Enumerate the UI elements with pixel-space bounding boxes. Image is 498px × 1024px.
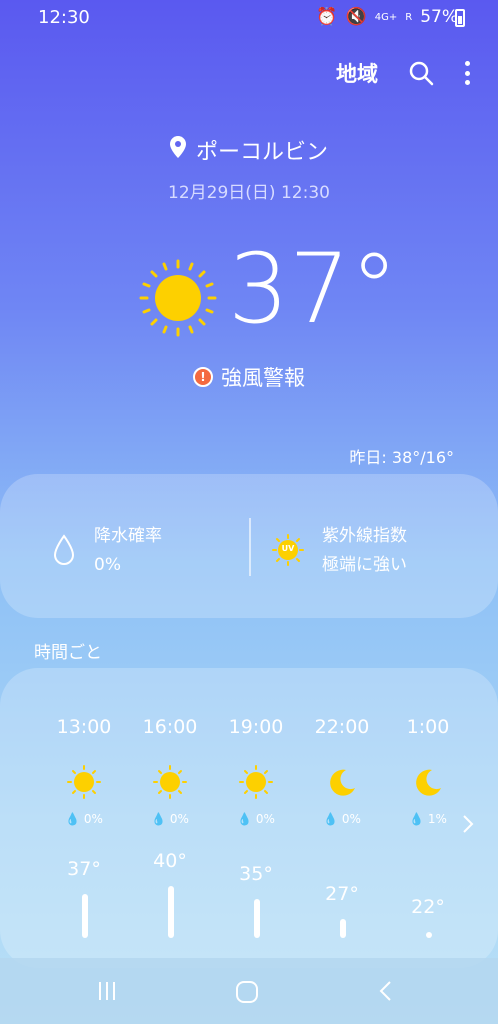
hour-precip-value: 1% [427,812,447,826]
raindrop-icon: 💧 [65,812,81,826]
hour-time: 1:00 [406,716,450,738]
hour-precip: 💧 0% [216,812,296,826]
hourly-item: 16:00 💧 0% 40° [130,668,210,968]
hour-precip-value: 0% [255,812,275,826]
top-bar: 地域 [336,58,470,88]
mute-icon: 🔇 [345,7,367,27]
hour-time: 22:00 [314,716,370,738]
battery-percent: 57% [420,7,458,27]
sun-icon [66,764,102,800]
temp-bar [340,919,346,938]
location: ポーコルビン [0,134,498,166]
uv-icon-text: UV [281,544,295,553]
uv-label: 紫外線指数 [322,526,407,546]
hour-precip: 💧 1% [388,812,468,826]
hour-time: 19:00 [228,716,284,738]
network-label: 4G+ [374,11,398,23]
raindrop-icon [52,534,76,580]
moon-icon [324,764,360,800]
region-button[interactable]: 地域 [336,58,378,88]
warning-icon: ! [193,367,213,387]
hour-temp: 22° [411,896,445,918]
divider [249,518,251,576]
warning-text: 強風警報 [221,366,305,390]
search-icon[interactable] [408,60,434,86]
precip-value: 0% [94,555,121,575]
location-name: ポーコルビン [195,140,328,165]
hour-precip-value: 0% [169,812,189,826]
alarm-icon: ⏰ [316,7,338,27]
current-temperature: 37° [228,233,399,345]
hour-temp: 27° [325,883,359,906]
hour-precip: 💧 0% [302,812,382,826]
temp-bar [82,893,88,938]
status-icons: ⏰ 🔇 4G+ R 57% [316,7,458,27]
recent-apps-button[interactable] [96,980,118,1006]
hourly-title: 時間ごと [34,643,102,663]
hour-precip-value: 0% [83,812,103,826]
current-weather: 37° [0,234,498,350]
hourly-item: 13:00 💧 0% 37° [44,668,124,968]
more-options-icon[interactable] [464,61,470,85]
temp-bar [426,932,432,938]
navigation-bar [0,958,498,1024]
weather-warning[interactable]: ! 強風警報 [0,362,498,392]
hour-precip: 💧 0% [130,812,210,826]
status-bar: 12:30 ⏰ 🔇 4G+ R 57% [0,0,498,36]
yesterday-temps: 昨日: 38°/16° [349,448,454,467]
location-datetime: 12月29日(日) 12:30 [168,183,330,203]
hour-precip-value: 0% [341,812,361,826]
temp-bar [254,898,260,938]
hour-time: 13:00 [56,716,112,738]
chevron-right-icon[interactable] [462,814,474,838]
raindrop-icon: 💧 [237,812,253,826]
details-card: 降水確率 0% UV 紫外線指数 極端に強い [0,474,498,618]
location-pin-icon [169,136,186,164]
sun-icon [138,258,218,342]
moon-icon [410,764,446,800]
hourly-item: 19:00 💧 0% 35° [216,668,296,968]
status-time: 12:30 [38,7,90,28]
hour-temp: 35° [239,862,273,885]
back-button[interactable] [378,980,392,1006]
hourly-item: 22:00 💧 0% 27° [302,668,382,968]
temp-bar [168,886,174,938]
hour-time: 16:00 [142,716,198,738]
sun-icon [152,764,188,800]
uv-value: 極端に強い [322,555,407,575]
roaming-label: R [405,11,413,23]
raindrop-icon: 💧 [323,812,339,826]
hour-precip: 💧 0% [44,812,124,826]
hourly-card[interactable]: 13:00 💧 0% 37° 16:00 💧 0% 40° 19:00 💧 0% 35° 22:0… [0,668,498,968]
battery-icon [455,9,465,27]
hour-temp: 40° [153,850,187,872]
uv-icon: UV [272,534,304,566]
hour-temp: 37° [67,857,101,880]
hourly-item: 1:00 💧 1% 22° [388,668,468,968]
home-button[interactable] [235,980,259,1008]
sun-icon [238,764,274,800]
precip-label: 降水確率 [94,526,162,546]
raindrop-icon: 💧 [409,812,425,826]
raindrop-icon: 💧 [151,812,167,826]
uv-block: UV 紫外線指数 極端に強い [272,522,407,580]
precip-block: 降水確率 0% [52,522,162,580]
